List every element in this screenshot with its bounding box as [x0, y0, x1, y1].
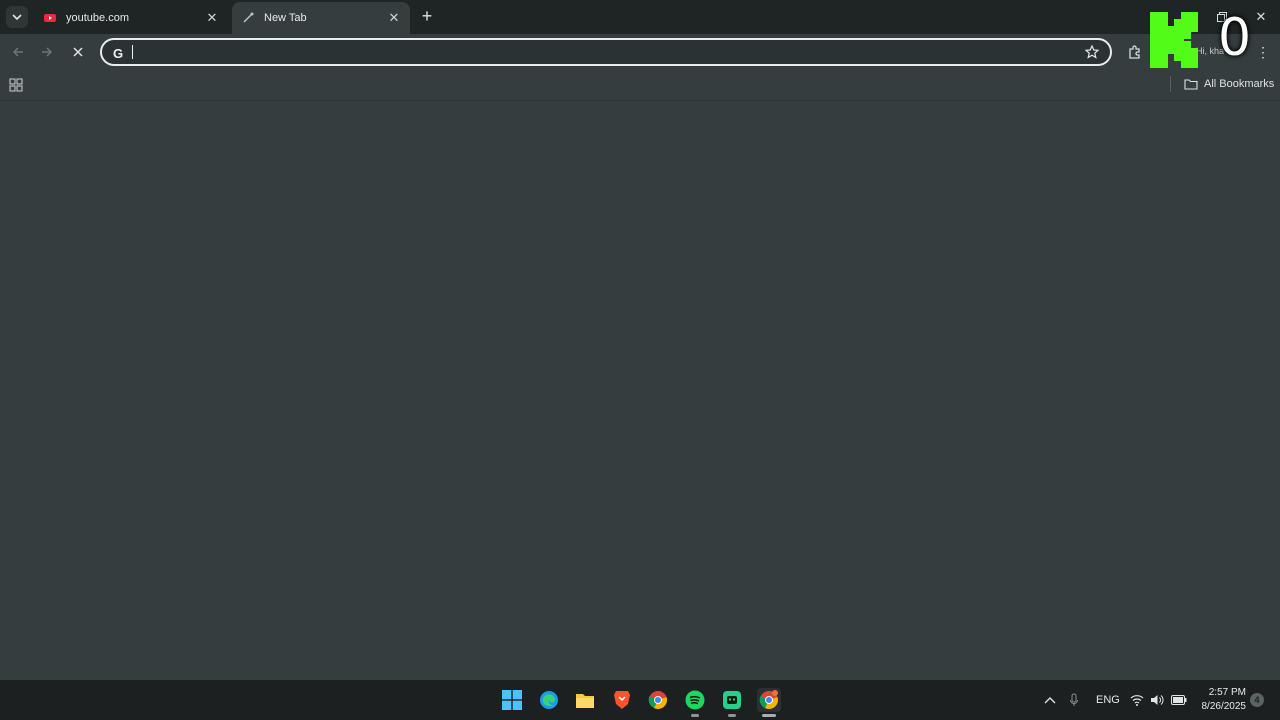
close-tab-icon[interactable]: ✕	[386, 10, 402, 26]
spotify-icon[interactable]	[683, 688, 707, 712]
wifi-icon[interactable]	[1130, 680, 1144, 720]
file-explorer-icon[interactable]	[573, 688, 597, 712]
chevron-down-icon	[12, 14, 22, 21]
language-indicator[interactable]: ENG	[1096, 680, 1120, 720]
running-indicator	[728, 714, 736, 717]
microphone-icon[interactable]	[1069, 680, 1079, 720]
menu-dots-icon[interactable]: ⋮	[1256, 44, 1270, 60]
arrow-right-icon	[42, 47, 53, 57]
close-tab-icon[interactable]: ✕	[204, 10, 220, 26]
stop-loading-button[interactable]	[68, 42, 88, 62]
tab-search-button[interactable]	[6, 6, 28, 28]
taskbar: ENG 2:57 PM 8/26/2025 4	[0, 680, 1280, 720]
edge-icon[interactable]	[537, 688, 561, 712]
tab-title: youtube.com	[66, 12, 129, 24]
google-icon: G	[112, 45, 124, 61]
volume-icon[interactable]	[1150, 680, 1164, 720]
apps-grid-icon[interactable]	[8, 77, 24, 93]
new-tab-icon	[240, 10, 256, 26]
close-icon	[73, 47, 83, 57]
show-hidden-icons-icon[interactable]	[1043, 680, 1057, 720]
arrow-left-icon	[12, 47, 23, 57]
text-cursor	[132, 45, 133, 59]
tab-youtube[interactable]: youtube.com ✕	[34, 2, 228, 34]
close-window-icon[interactable]: ✕	[1253, 9, 1269, 25]
youtube-icon	[42, 10, 58, 26]
clock-date: 8/26/2025	[1201, 701, 1247, 712]
forward-button[interactable]	[37, 42, 57, 62]
chrome-icon[interactable]	[646, 688, 670, 712]
windows-start-icon[interactable]	[500, 688, 524, 712]
bookmarks-bar: All Bookmarks	[0, 70, 1280, 101]
extensions-icon[interactable]	[1127, 44, 1143, 60]
back-button[interactable]	[8, 42, 28, 62]
active-indicator	[762, 714, 776, 717]
kick-logo	[1150, 12, 1198, 68]
notification-badge[interactable]: 4	[1250, 693, 1264, 707]
new-tab-button[interactable]: +	[417, 6, 437, 26]
clock[interactable]: 2:57 PM 8/26/2025	[1194, 686, 1247, 714]
folder-icon	[1184, 79, 1198, 90]
overlay-counter: 0	[1218, 8, 1252, 68]
tab-strip: youtube.com ✕ New Tab ✕ + ✕	[0, 0, 1280, 34]
battery-icon[interactable]	[1171, 680, 1187, 720]
clock-time: 2:57 PM	[1208, 687, 1246, 698]
address-bar[interactable]: G	[100, 38, 1112, 66]
brave-icon[interactable]	[610, 688, 634, 712]
address-input[interactable]	[132, 43, 1076, 63]
tab-title: New Tab	[264, 12, 307, 24]
app-icon[interactable]	[720, 688, 744, 712]
bookmarks-divider	[1170, 76, 1171, 92]
chrome-canary-icon[interactable]	[757, 688, 781, 712]
bookmark-star-icon[interactable]	[1084, 44, 1100, 60]
toolbar: G	[0, 34, 1280, 70]
all-bookmarks-label: All Bookmarks	[1204, 78, 1275, 90]
all-bookmarks-button[interactable]: All Bookmarks	[1184, 75, 1274, 93]
tab-new-tab[interactable]: New Tab ✕	[232, 2, 410, 34]
running-indicator	[691, 714, 699, 717]
